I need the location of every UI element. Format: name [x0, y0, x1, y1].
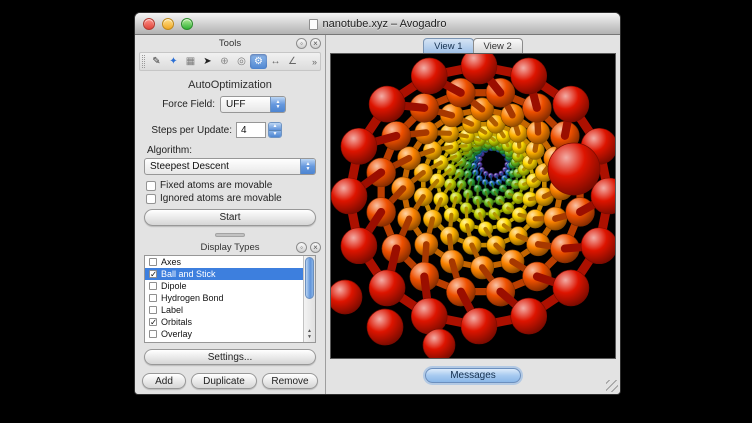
view-pane: View 1 View 2 Messages — [326, 35, 620, 394]
fixed-atoms-checkbox[interactable] — [146, 181, 156, 191]
display-type-row-label[interactable]: Label — [145, 304, 315, 316]
display-type-row-overlay[interactable]: Overlay — [145, 328, 315, 340]
zmatrix-tool-icon[interactable]: ∠ — [284, 54, 301, 69]
axes-label: Axes — [161, 257, 181, 267]
ignored-atoms-label: Ignored atoms are movable — [160, 193, 282, 204]
force-field-label: Force Field: — [135, 99, 215, 110]
orbitals-checkbox[interactable] — [149, 318, 157, 326]
tab-view-2[interactable]: View 2 — [473, 38, 523, 53]
tools-dock-header: Tools ◦ × — [135, 37, 325, 51]
desktop-background: nanotube.xyz – Avogadro Tools ◦ × ✎ ✦ ▦ — [0, 0, 752, 423]
nanotube-render — [331, 54, 616, 358]
display-type-row-hydrogen-bond[interactable]: Hydrogen Bond — [145, 292, 315, 304]
remove-button[interactable]: Remove — [262, 373, 318, 389]
dipole-label: Dipole — [161, 281, 187, 291]
dipole-checkbox[interactable] — [149, 282, 157, 290]
display-type-row-axes[interactable]: Axes — [145, 256, 315, 268]
view-tabbar: View 1 View 2 — [326, 35, 620, 53]
algorithm-value: Steepest Descent — [145, 161, 300, 172]
hydrogen-bond-checkbox[interactable] — [149, 294, 157, 302]
selection-tool-icon[interactable]: ➤ — [199, 54, 216, 69]
overlay-label: Overlay — [161, 329, 192, 339]
ignored-atoms-checkbox-row[interactable]: Ignored atoms are movable — [146, 193, 282, 204]
display-type-row-ball-and-stick[interactable]: Ball and Stick — [145, 268, 315, 280]
spin-down-icon[interactable]: ▼ — [269, 130, 281, 138]
ignored-atoms-checkbox[interactable] — [146, 194, 156, 204]
tools-dock-close-button[interactable]: × — [310, 38, 321, 49]
toolbar-overflow-button[interactable]: » — [311, 57, 318, 67]
display-types-dock-title: Display Types — [201, 242, 260, 253]
axes-checkbox[interactable] — [149, 258, 157, 266]
add-button[interactable]: Add — [142, 373, 186, 389]
steps-spinner: ▲ ▼ — [268, 122, 282, 138]
rotate-tool-icon[interactable]: ◎ — [233, 54, 250, 69]
scrollbar-thumb[interactable] — [305, 257, 314, 299]
splitter-handle[interactable] — [215, 233, 245, 237]
tool-toolbar: ✎ ✦ ▦ ➤ ⊕ ◎ ⚙ ↔ ∠ » — [139, 52, 321, 71]
hydrogen-bond-label: Hydrogen Bond — [161, 293, 224, 303]
tab-view-1[interactable]: View 1 — [423, 38, 473, 53]
measure-tool-icon[interactable]: ↔ — [267, 54, 284, 69]
overlay-checkbox[interactable] — [149, 330, 157, 338]
display-type-row-dipole[interactable]: Dipole — [145, 280, 315, 292]
force-field-select[interactable]: UFF — [220, 96, 286, 113]
auto-optimization-title: AutoOptimization — [135, 79, 325, 91]
auto-optimize-tool-icon[interactable]: ⚙ — [250, 54, 267, 69]
manipulate-tool-icon[interactable]: ⊕ — [216, 54, 233, 69]
window-title-text: nanotube.xyz – Avogadro — [323, 18, 447, 30]
display-type-row-orbitals[interactable]: Orbitals — [145, 316, 315, 328]
duplicate-button[interactable]: Duplicate — [191, 373, 257, 389]
tools-dock-float-button[interactable]: ◦ — [296, 38, 307, 49]
window-resize-grip[interactable] — [606, 380, 618, 392]
scrollbar-arrows[interactable]: ▲▼ — [304, 326, 315, 342]
start-button[interactable]: Start — [144, 209, 316, 226]
avogadro-window: nanotube.xyz – Avogadro Tools ◦ × ✎ ✦ ▦ — [134, 12, 621, 395]
combo-stepper-icon — [270, 97, 285, 112]
tools-dock-buttons: ◦ × — [296, 38, 321, 49]
ball-and-stick-label: Ball and Stick — [161, 269, 216, 279]
fixed-atoms-checkbox-row[interactable]: Fixed atoms are movable — [146, 180, 272, 191]
algorithm-select[interactable]: Steepest Descent — [144, 158, 316, 175]
display-types-dock-header: Display Types ◦ × — [135, 241, 325, 255]
label-checkbox[interactable] — [149, 306, 157, 314]
messages-button[interactable]: Messages — [425, 368, 521, 383]
display-dock-float-button[interactable]: ◦ — [296, 242, 307, 253]
fixed-atoms-label: Fixed atoms are movable — [160, 180, 272, 191]
display-dock-buttons: ◦ × — [296, 242, 321, 253]
orbitals-label: Orbitals — [161, 317, 192, 327]
window-title: nanotube.xyz – Avogadro — [135, 13, 620, 35]
combo-stepper-icon — [300, 159, 315, 174]
list-scrollbar[interactable]: ▲▼ — [303, 256, 315, 342]
algorithm-label: Algorithm: — [147, 145, 227, 156]
document-proxy-icon — [309, 19, 318, 30]
tools-dock-title: Tools — [219, 38, 241, 49]
left-dock-column: Tools ◦ × ✎ ✦ ▦ ➤ ⊕ ◎ ⚙ ↔ ∠ — [135, 35, 325, 394]
draw-tool-icon[interactable]: ✎ — [148, 54, 165, 69]
steps-per-update-value: 4 — [241, 125, 247, 136]
steps-per-update-label: Steps per Update: — [135, 125, 232, 136]
navigate-tool-icon[interactable]: ✦ — [165, 54, 182, 69]
gl-viewport[interactable] — [330, 53, 616, 359]
force-field-value: UFF — [221, 99, 270, 110]
display-types-list: Axes Ball and Stick Dipole Hydrogen Bond — [144, 255, 316, 343]
ball-and-stick-checkbox[interactable] — [149, 270, 157, 278]
titlebar[interactable]: nanotube.xyz – Avogadro — [135, 13, 620, 35]
dock-splitter[interactable] — [135, 231, 325, 238]
display-dock-close-button[interactable]: × — [310, 242, 321, 253]
steps-per-update-input[interactable]: 4 — [236, 122, 266, 138]
bond-centric-tool-icon[interactable]: ▦ — [182, 54, 199, 69]
settings-button[interactable]: Settings... — [144, 349, 316, 365]
window-content: Tools ◦ × ✎ ✦ ▦ ➤ ⊕ ◎ ⚙ ↔ ∠ — [135, 35, 620, 394]
toolbar-drag-handle[interactable] — [142, 55, 145, 68]
label-label: Label — [161, 305, 183, 315]
